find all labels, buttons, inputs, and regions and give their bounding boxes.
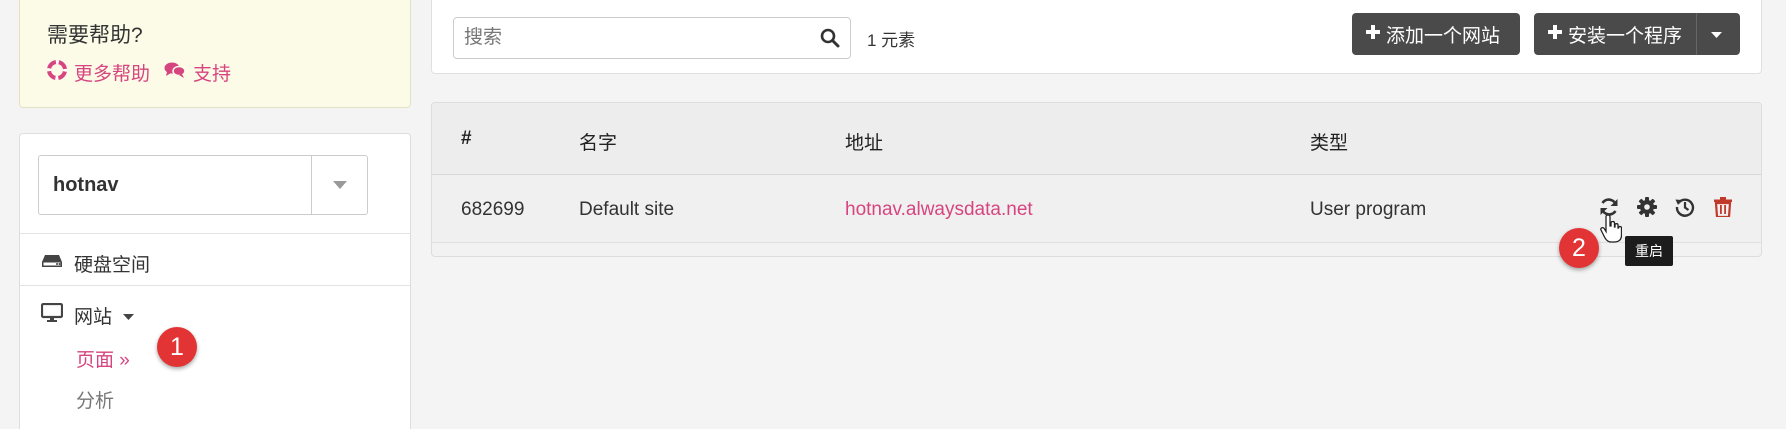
comments-icon: [164, 61, 186, 85]
sidebar-subitem-pages[interactable]: 页面 »: [76, 345, 130, 372]
help-panel: 需要帮助? 更多帮助 支持: [19, 0, 411, 108]
step-badge-2: 2: [1559, 228, 1599, 268]
hdd-icon: [41, 253, 63, 275]
sidebar-item-disk-space[interactable]: 硬盘空间: [41, 250, 150, 277]
site-select[interactable]: hotnav: [38, 155, 368, 215]
add-site-button[interactable]: 添加一个网站: [1352, 13, 1520, 55]
site-select-value: hotnav: [53, 173, 119, 196]
add-site-label: 添加一个网站: [1386, 25, 1501, 47]
cell-type: User program: [1310, 199, 1427, 220]
table-header: # 名字 地址 类型: [432, 103, 1761, 175]
header-name: 名字: [579, 133, 618, 154]
install-program-button[interactable]: 安装一个程序: [1534, 13, 1696, 55]
caret-down-icon: [123, 305, 135, 327]
lifebuoy-icon: [47, 59, 67, 86]
gear-icon[interactable]: [1635, 195, 1659, 219]
support-label: 支持: [193, 64, 232, 85]
search-input[interactable]: [464, 27, 810, 49]
help-title: 需要帮助?: [47, 24, 143, 47]
header-id: #: [461, 128, 472, 149]
sidebar-item-websites[interactable]: 网站: [40, 302, 135, 329]
hand-cursor-icon: [1600, 214, 1623, 248]
sidebar-divider: [20, 285, 410, 286]
support-link[interactable]: 支持: [164, 59, 231, 86]
sidebar-item-label: 硬盘空间: [74, 255, 151, 276]
plus-icon: [1366, 23, 1380, 45]
desktop-icon: [40, 302, 64, 329]
help-links: 更多帮助 支持: [47, 59, 231, 86]
delete-icon[interactable]: [1711, 195, 1735, 219]
caret-down-icon: [1711, 23, 1723, 45]
toolbar: 1 元素 添加一个网站 安装一个程序: [431, 0, 1762, 74]
history-icon[interactable]: [1673, 195, 1697, 219]
sidebar-subitem-analysis[interactable]: 分析: [76, 386, 114, 413]
header-address: 地址: [845, 133, 884, 154]
table-row: 682699 Default site hotnav.alwaysdata.ne…: [432, 175, 1761, 243]
restart-tooltip: 重启: [1625, 236, 1673, 266]
cell-name: Default site: [579, 199, 675, 220]
step-badge-1: 1: [157, 327, 197, 367]
header-type: 类型: [1310, 133, 1349, 154]
sidebar-panel: hotnav 硬盘空间 网站 页面 » 分析: [19, 133, 411, 429]
item-count: 1 元素: [867, 31, 916, 50]
sidebar-divider: [20, 233, 410, 234]
search-icon[interactable]: [810, 28, 850, 48]
more-help-label: 更多帮助: [74, 64, 151, 85]
cell-id: 682699: [461, 199, 525, 220]
sites-table: # 名字 地址 类型 682699 Default site hotnav.al…: [431, 102, 1762, 257]
install-program-dropdown[interactable]: [1696, 13, 1736, 55]
more-help-link[interactable]: 更多帮助: [47, 59, 150, 86]
caret-down-icon[interactable]: [311, 156, 367, 214]
install-program-label: 安装一个程序: [1568, 25, 1683, 47]
search-box: [453, 17, 851, 59]
cell-address-link[interactable]: hotnav.alwaysdata.net: [845, 199, 1033, 221]
plus-icon: [1548, 23, 1562, 45]
sidebar-item-label: 网站: [74, 307, 113, 328]
install-program-button-group: 安装一个程序: [1534, 13, 1740, 55]
